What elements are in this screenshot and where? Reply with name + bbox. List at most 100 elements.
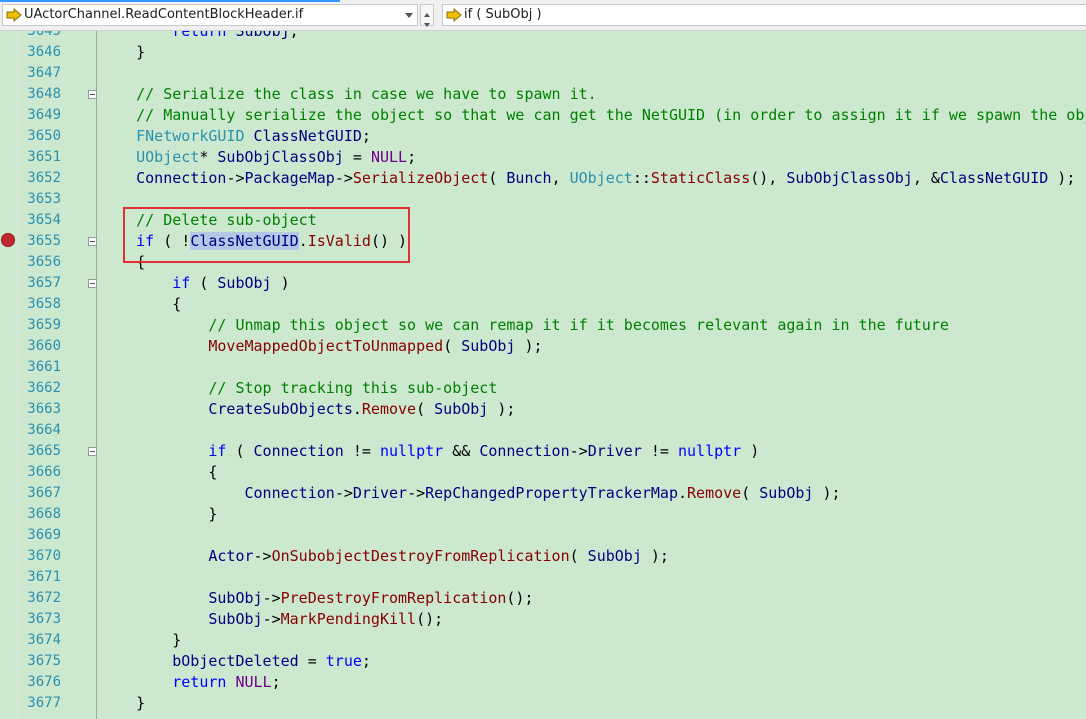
chevron-down-icon <box>424 23 430 27</box>
line-number: 3661 <box>27 359 61 375</box>
scope-selector-dropdown[interactable]: if ( SubObj ) <box>442 4 1086 26</box>
member-selector-label: UActorChannel.ReadContentBlockHeader.if <box>24 7 304 22</box>
code-text: // Stop tracking this sub-object <box>208 379 498 397</box>
line-number: 3663 <box>27 401 61 417</box>
code-line[interactable]: 3661 <box>0 357 1086 378</box>
line-number: 3676 <box>27 674 61 690</box>
line-number: 3670 <box>27 548 61 564</box>
line-number: 3660 <box>27 338 61 354</box>
collapse-toggle-icon[interactable] <box>88 447 97 456</box>
code-line[interactable]: 3657 if ( SubObj ) <box>0 273 1086 294</box>
navigation-bar: UActorChannel.ReadContentBlockHeader.if … <box>0 0 1086 31</box>
code-text: CreateSubObjects.Remove( SubObj ); <box>208 400 516 418</box>
line-number: 3658 <box>27 296 61 312</box>
line-number: 3665 <box>27 443 61 459</box>
line-number: 3668 <box>27 506 61 522</box>
line-number: 3648 <box>27 86 61 102</box>
line-number: 3669 <box>27 527 61 543</box>
code-text: if ( SubObj ) <box>172 274 290 292</box>
line-number: 3674 <box>27 632 61 648</box>
line-number: 3647 <box>27 65 61 81</box>
active-tab-indicator <box>0 0 340 2</box>
code-line[interactable]: 3668 } <box>0 504 1086 525</box>
code-line[interactable]: 3650 FNetworkGUID ClassNetGUID; <box>0 126 1086 147</box>
code-line[interactable]: 3651 UObject* SubObjClassObj = NULL; <box>0 147 1086 168</box>
code-text: Connection->PackageMap->SerializeObject(… <box>136 169 1076 187</box>
code-line[interactable]: 3652 Connection->PackageMap->SerializeOb… <box>0 168 1086 189</box>
line-number: 3667 <box>27 485 61 501</box>
code-line[interactable]: 3674 } <box>0 630 1086 651</box>
code-line[interactable]: 3670 Actor->OnSubobjectDestroyFromReplic… <box>0 546 1086 567</box>
code-line[interactable]: 3663 CreateSubObjects.Remove( SubObj ); <box>0 399 1086 420</box>
line-number: 3653 <box>27 191 61 207</box>
line-number: 3650 <box>27 128 61 144</box>
code-text: } <box>100 505 218 523</box>
scroll-down-button[interactable] <box>421 15 433 27</box>
arrow-right-icon <box>6 8 22 22</box>
code-text: { <box>100 463 218 481</box>
scope-selector-label: if ( SubObj ) <box>464 7 542 22</box>
line-number: 3666 <box>27 464 61 480</box>
code-line[interactable]: 3667 Connection->Driver->RepChangedPrope… <box>0 483 1086 504</box>
code-line[interactable]: 3665 if ( Connection != nullptr && Conne… <box>0 441 1086 462</box>
collapse-toggle-icon[interactable] <box>88 90 97 99</box>
code-line[interactable]: 3659 // Unmap this object so we can rema… <box>0 315 1086 336</box>
code-line[interactable]: 3646 } <box>0 42 1086 63</box>
code-line[interactable]: 3647 <box>0 63 1086 84</box>
code-line[interactable]: 3662 // Stop tracking this sub-object <box>0 378 1086 399</box>
code-text: } <box>100 631 182 649</box>
code-text: SubObj->PreDestroyFromReplication(); <box>208 589 534 607</box>
code-line[interactable]: 3673 SubObj->MarkPendingKill(); <box>0 609 1086 630</box>
code-line[interactable]: 3677 } <box>0 693 1086 714</box>
code-line[interactable]: 3658 { <box>0 294 1086 315</box>
line-number: 3646 <box>27 44 61 60</box>
code-line[interactable]: 3648 // Serialize the class in case we h… <box>0 84 1086 105</box>
code-line[interactable]: 3649 // Manually serialize the object so… <box>0 105 1086 126</box>
code-text: bObjectDeleted = true; <box>172 652 371 670</box>
line-number: 3677 <box>27 695 61 711</box>
highlight-annotation-box <box>123 207 410 263</box>
line-number: 3662 <box>27 380 61 396</box>
line-number: 3664 <box>27 422 61 438</box>
code-text: // Manually serialize the object so that… <box>136 106 1086 124</box>
member-selector-dropdown[interactable]: UActorChannel.ReadContentBlockHeader.if <box>2 4 418 26</box>
code-editor[interactable]: 3645 return SubObj; 3646 } 3647 3648 // Ser… <box>0 31 1086 719</box>
code-line[interactable]: 3672 SubObj->PreDestroyFromReplication()… <box>0 588 1086 609</box>
code-line[interactable]: 3660 MoveMappedObjectToUnmapped( SubObj … <box>0 336 1086 357</box>
line-number: 3657 <box>27 275 61 291</box>
code-line[interactable]: 3676 return NULL; <box>0 672 1086 693</box>
line-number: 3655 <box>27 233 61 249</box>
code-line[interactable]: 3675 bObjectDeleted = true; <box>0 651 1086 672</box>
collapse-toggle-icon[interactable] <box>88 279 97 288</box>
line-number: 3651 <box>27 149 61 165</box>
code-text: // Serialize the class in case we have t… <box>136 85 597 103</box>
chevron-down-icon <box>405 13 413 18</box>
code-line[interactable]: 3669 <box>0 525 1086 546</box>
code-text: FNetworkGUID ClassNetGUID; <box>136 127 371 145</box>
code-text: SubObj->MarkPendingKill(); <box>208 610 444 628</box>
code-text: return NULL; <box>172 673 281 691</box>
code-text: // Unmap this object so we can remap it … <box>208 316 949 334</box>
navigation-spinner[interactable] <box>420 4 434 27</box>
code-text: return SubObj; <box>172 31 299 40</box>
code-text: MoveMappedObjectToUnmapped( SubObj ); <box>208 337 543 355</box>
code-text: if ( Connection != nullptr && Connection… <box>208 442 760 460</box>
code-text: Connection->Driver->RepChangedPropertyTr… <box>244 484 841 502</box>
code-line[interactable]: 3671 <box>0 567 1086 588</box>
line-number: 3672 <box>27 590 61 606</box>
code-line[interactable]: 3645 return SubObj; <box>0 31 1086 42</box>
collapse-toggle-icon[interactable] <box>88 237 97 246</box>
code-text: } <box>100 43 146 61</box>
scroll-up-button[interactable] <box>421 5 433 17</box>
code-line[interactable]: 3664 <box>0 420 1086 441</box>
line-number: 3656 <box>27 254 61 270</box>
line-number: 3671 <box>27 569 61 585</box>
code-line[interactable]: 3666 { <box>0 462 1086 483</box>
code-text: { <box>100 295 182 313</box>
breakpoint-icon[interactable] <box>1 233 15 247</box>
line-number: 3673 <box>27 611 61 627</box>
code-text: } <box>100 694 146 712</box>
line-number: 3652 <box>27 170 61 186</box>
code-text: Actor->OnSubobjectDestroyFromReplication… <box>208 547 669 565</box>
line-number: 3654 <box>27 212 61 228</box>
